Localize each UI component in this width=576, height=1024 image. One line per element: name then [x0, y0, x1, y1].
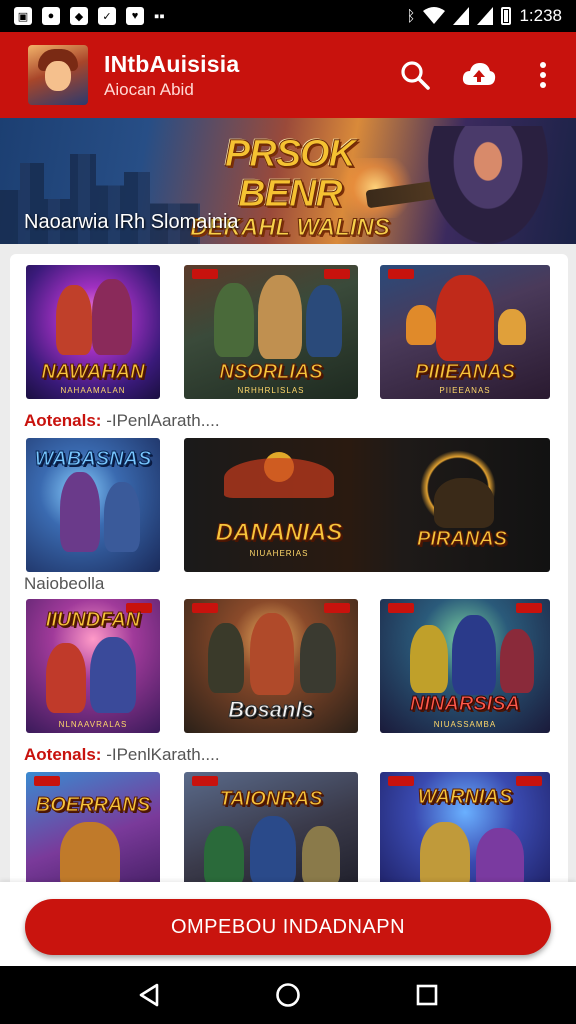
game-title: DANANIAS — [215, 519, 343, 546]
primary-cta-button[interactable]: OMPEBOU INDADNAPN — [25, 899, 551, 955]
banner-logo-line1: PRSOK BENR — [224, 133, 356, 215]
battery-icon — [501, 7, 512, 25]
notification-icons: ▣ ● ◆ ✓ ♥ ▪▪ — [14, 7, 165, 25]
system-nav-bar — [0, 966, 576, 1024]
game-tile[interactable]: BOERRANS — [26, 772, 160, 894]
back-icon[interactable] — [129, 975, 169, 1015]
game-tile[interactable]: Bosanls — [184, 599, 358, 733]
game-title: NSORLIAS — [219, 361, 323, 384]
search-icon[interactable] — [398, 58, 432, 92]
game-subtitle: PIIEEANAS — [439, 386, 491, 395]
home-icon[interactable] — [268, 975, 308, 1015]
app-title: INtbAuisisia — [104, 50, 240, 77]
check-app-icon: ✓ — [98, 7, 116, 25]
game-title: PIIIEANAS — [414, 361, 516, 384]
game-tile-wide[interactable]: DANANIAS NIUAHERIAS PIRANAS — [184, 438, 550, 572]
game-tile[interactable]: PIIIEANAS PIIEEANAS — [380, 265, 550, 399]
game-title: TAIONRAS — [219, 788, 323, 811]
game-title: IIUNDFAN — [45, 609, 141, 632]
app-screen: ▣ ● ◆ ✓ ♥ ▪▪ ᛒ 1:238 INtbAuisisia Aiocan… — [0, 0, 576, 1024]
section-label: Naiobeolla — [24, 574, 105, 593]
app-bar: INtbAuisisia Aiocan Abid — [0, 32, 576, 118]
game-subtitle: NRHHRLISLAS — [237, 386, 305, 395]
recents-icon[interactable] — [407, 975, 447, 1015]
message-icon: ▪▪ — [154, 7, 165, 25]
game-subtitle: NAHAAMALAN — [60, 386, 126, 395]
status-bar: ▣ ● ◆ ✓ ♥ ▪▪ ᛒ 1:238 — [0, 0, 576, 32]
game-subtitle: NLNAAVRALAS — [58, 720, 128, 729]
system-icons: ᛒ 1:238 — [406, 6, 562, 26]
game-title: Bosanls — [228, 697, 315, 722]
wifi-icon — [423, 7, 446, 24]
game-tile[interactable]: WABASNAS — [26, 438, 160, 572]
app-titles: INtbAuisisia Aiocan Abid — [104, 51, 239, 100]
game-subtitle: NIUASSAMBA — [433, 720, 497, 729]
game-title: WARNIAS — [417, 786, 513, 809]
bluetooth-icon: ᛒ — [406, 7, 416, 25]
avatar[interactable] — [28, 45, 88, 105]
game-title: NAWAHAN — [41, 361, 145, 384]
hero-banner[interactable]: PRSOK BENR DEKAHL WALINS Naoarwia IRh Sl… — [0, 118, 576, 244]
cloud-upload-icon[interactable] — [462, 58, 496, 92]
game-grid: NAWAHAN NAHAAMALAN NSORLIAS NRHHRLISLAS … — [10, 254, 568, 894]
game-subtitle: NIUAHERIAS — [249, 549, 309, 558]
game-tile[interactable]: TAIONRAS — [184, 772, 358, 894]
game-title: NINARSISA — [409, 693, 520, 716]
signal-icon — [477, 7, 494, 25]
tag-icon: ◆ — [70, 7, 88, 25]
more-vert-icon[interactable] — [526, 58, 560, 92]
game-tile[interactable]: WARNIAS — [380, 772, 550, 894]
game-tile[interactable]: NSORLIAS NRHHRLISLAS — [184, 265, 358, 399]
signal-icon — [453, 7, 470, 25]
game-title: WABASNAS — [34, 448, 152, 471]
game-title: PIRANAS — [416, 528, 507, 551]
gallery-icon: ▣ — [14, 7, 32, 25]
game-tile[interactable]: NINARSISA NIUASSAMBA — [380, 599, 550, 733]
section-label: Aotenals: -IPenlAarath.... — [24, 411, 220, 430]
banner-caption: Naoarwia IRh Slomainia — [24, 211, 239, 233]
game-title: BOERRANS — [35, 794, 151, 817]
app-subtitle: Aiocan Abid — [104, 79, 194, 99]
clock: 1:238 — [519, 6, 562, 25]
section-label: Aotenals: -IPenlKarath.... — [24, 745, 220, 764]
shield-app-icon: ♥ — [126, 7, 144, 25]
game-tile[interactable]: NAWAHAN NAHAAMALAN — [26, 265, 160, 399]
circle-app-icon: ● — [42, 7, 60, 25]
cta-container: OMPEBOU INDADNAPN — [0, 882, 576, 966]
game-tile[interactable]: IIUNDFAN NLNAAVRALAS — [26, 599, 160, 733]
app-bar-actions — [398, 58, 560, 92]
